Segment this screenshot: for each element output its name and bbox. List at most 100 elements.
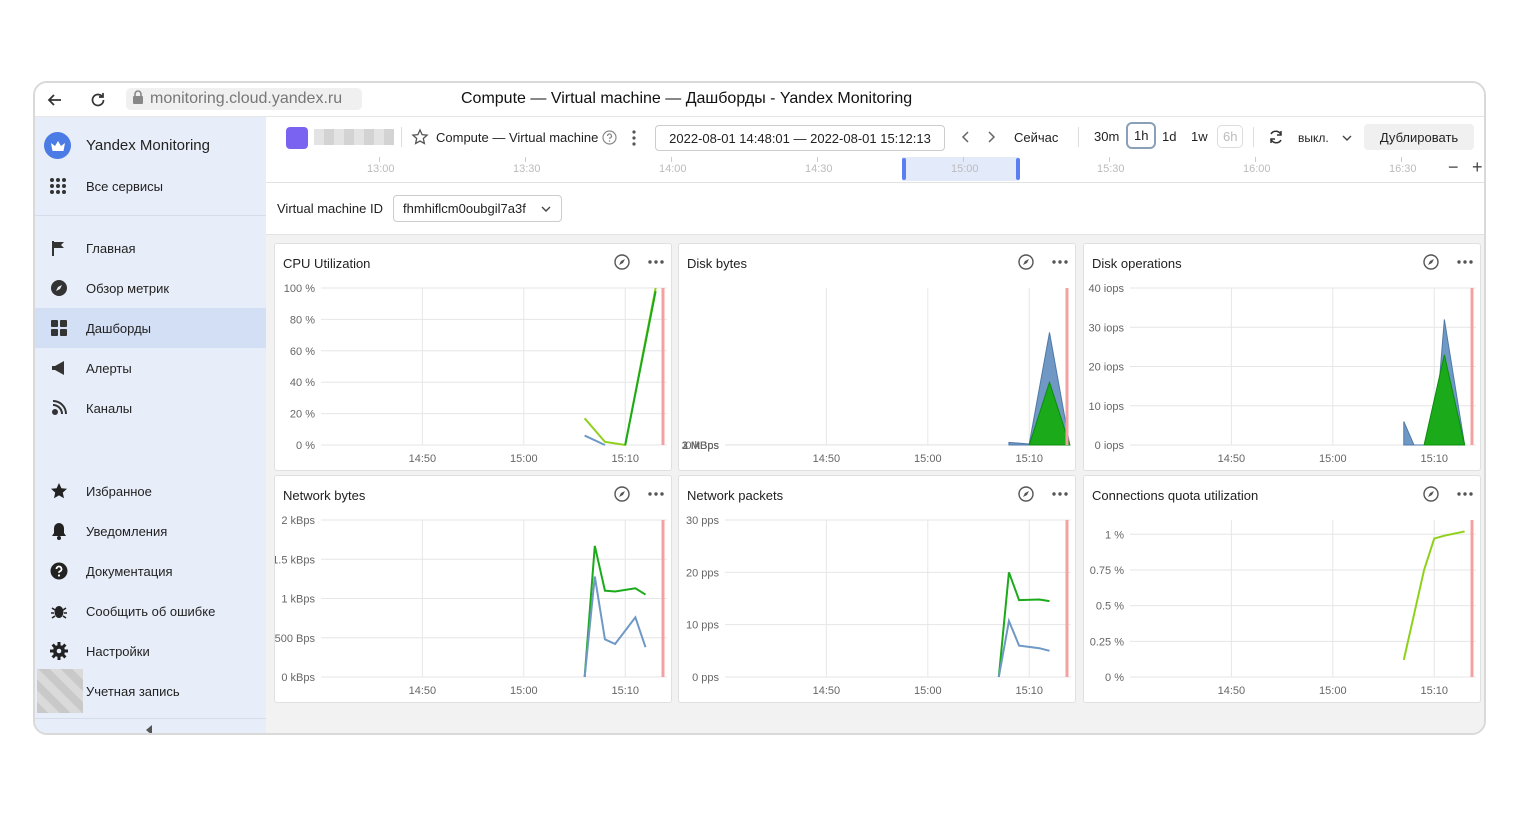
zoom-out-button[interactable]: −	[1448, 157, 1459, 178]
timeline-tick-mark	[525, 157, 526, 162]
chart-panel: Disk operations 40 iops 30 iops 20 iops 10 i…	[1083, 243, 1481, 471]
vm-id-select[interactable]: fhmhiflcm0oubgil7a3f	[393, 195, 562, 222]
star-outline-icon[interactable]	[411, 128, 429, 146]
app-name[interactable]: Yandex Monitoring	[86, 137, 210, 154]
all-services-link[interactable]: Все сервисы	[86, 179, 163, 194]
vm-id-label: Virtual machine ID	[277, 201, 383, 216]
y-tick-label: 100 %	[284, 283, 315, 295]
y-tick-label: 1 %	[1105, 529, 1124, 541]
chart-panel: Network packets 30 pps 20 pps 10 pps 0 pps 14…	[678, 475, 1076, 703]
chevron-left-icon[interactable]	[960, 130, 972, 144]
back-button[interactable]	[42, 87, 68, 113]
sidebar-item-alerts[interactable]: Алерты	[35, 348, 266, 388]
avatar-icon	[37, 669, 83, 713]
chevron-right-icon[interactable]	[985, 130, 997, 144]
duplicate-button[interactable]: Дублировать	[1364, 124, 1474, 150]
selection-handle-right[interactable]	[1016, 158, 1020, 180]
period-1h[interactable]: 1h	[1126, 122, 1157, 149]
zoom-in-button[interactable]: +	[1472, 157, 1483, 178]
chart-plot: 30 pps 20 pps 10 pps 0 pps 14:50 15:00 15:10	[686, 515, 1071, 697]
folder-icon[interactable]	[286, 127, 308, 149]
chart-panel: Connections quota utilization 1 % 0.75 % 0.…	[1083, 475, 1481, 703]
lock-icon	[132, 89, 144, 109]
period-1d[interactable]: 1d	[1162, 129, 1176, 144]
collapse-sidebar-icon[interactable]	[143, 723, 155, 733]
sidebar-item-label: Обзор метрик	[86, 280, 170, 296]
reload-icon	[91, 93, 105, 107]
series-line-green	[624, 290, 657, 446]
chevron-down-icon[interactable]	[1341, 131, 1353, 143]
gear-icon	[49, 641, 69, 661]
y-tick-label: 40 %	[290, 377, 315, 389]
page-title: Compute — Virtual machine — Дашборды - Y…	[461, 90, 913, 107]
chart-plot: 3 MBps2 MBps1 MBps0 kBps14:50 15:00 15:10	[682, 288, 1071, 465]
y-tick-label: 40 iops	[1089, 283, 1125, 295]
timeline-tick-label: 16:30	[1389, 163, 1417, 175]
star-icon	[49, 481, 69, 501]
url-text: monitoring.cloud.yandex.ru	[150, 90, 343, 107]
now-button[interactable]: Сейчас	[1014, 130, 1058, 145]
y-tick-label: 1 kBps	[281, 594, 315, 606]
y-tick-label: 0 kBps	[281, 672, 315, 684]
series-line-lime	[583, 287, 657, 447]
vm-id-value: fhmhiflcm0oubgil7a3f	[403, 201, 526, 216]
x-tick-label: 15:10	[611, 453, 639, 465]
timeline-tick-label: 15:30	[1097, 163, 1125, 175]
series-line-green	[583, 545, 647, 678]
help-circle-icon[interactable]	[602, 130, 617, 145]
sidebar-item-metrics[interactable]: Обзор метрик	[35, 268, 266, 308]
sidebar-item-docs[interactable]: Документация	[35, 551, 266, 591]
chevron-down-icon	[541, 206, 551, 212]
timeline-scrubber[interactable]: 13:00 13:30 14:00 14:30 15:00 15:30 16:00 16:30…	[266, 157, 1484, 183]
sidebar-item-settings[interactable]: Настройки	[35, 631, 266, 671]
sidebar-item-favorites[interactable]: Избранное	[35, 471, 266, 511]
sidebar-item-channels[interactable]: Каналы	[35, 388, 266, 428]
bell-icon	[49, 521, 69, 541]
y-tick-label: 80 %	[290, 314, 315, 326]
x-tick-label: 15:00	[1319, 685, 1347, 697]
flag-icon	[49, 238, 69, 258]
arrow-left-icon	[47, 94, 61, 106]
timeline-tick-label: 14:00	[659, 163, 687, 175]
reload-button[interactable]	[85, 87, 111, 113]
sidebar-item-notifications[interactable]: Уведомления	[35, 511, 266, 551]
sidebar-item-report-bug[interactable]: Сообщить об ошибке	[35, 591, 266, 631]
time-range-input[interactable]: 2022-08-01 14:48:01 — 2022-08-01 15:12:1…	[655, 125, 945, 151]
refresh-interval-select[interactable]: выкл.	[1298, 131, 1329, 145]
period-1w[interactable]: 1w	[1191, 129, 1208, 144]
y-tick-label: 60 %	[290, 346, 315, 358]
period-6h[interactable]: 6h	[1217, 125, 1244, 148]
main-area: Compute — Virtual machine 2022-08-01 14:…	[266, 117, 1484, 733]
sidebar-item-dashboards[interactable]: Дашборды	[35, 308, 266, 348]
x-tick-label: 14:50	[1218, 685, 1246, 697]
timeline-tick-label: 15:00	[951, 163, 979, 175]
sidebar-item-label: Учетная запись	[86, 683, 180, 699]
y-tick-label: 20 %	[290, 409, 315, 421]
x-tick-label: 15:10	[1015, 453, 1043, 465]
more-vertical-icon[interactable]	[630, 129, 638, 147]
y-tick-label: 0 iops	[1095, 440, 1125, 452]
sidebar-header: Yandex Monitoring Все сервисы	[35, 117, 266, 216]
x-tick-label: 15:10	[611, 685, 639, 697]
variables-bar: Virtual machine ID fhmhiflcm0oubgil7a3f	[266, 183, 1484, 235]
x-tick-label: 14:50	[813, 685, 841, 697]
timeline-tick-mark	[1401, 157, 1402, 162]
crown-icon[interactable]	[44, 132, 71, 159]
x-tick-label: 14:50	[813, 453, 841, 465]
selection-handle-left[interactable]	[902, 158, 906, 180]
refresh-icon[interactable]	[1268, 129, 1284, 145]
sidebar-item-account[interactable]: Учетная запись	[35, 669, 266, 713]
bug-icon	[49, 601, 69, 621]
divider	[1253, 127, 1254, 147]
y-tick-label: 0.5 %	[1096, 601, 1124, 613]
grid-icon[interactable]	[49, 177, 67, 195]
address-bar[interactable]: monitoring.cloud.yandex.ru	[126, 88, 362, 110]
timeline-tick-mark	[963, 157, 964, 162]
period-30m[interactable]: 30m	[1094, 129, 1119, 144]
timeline-tick-mark	[1109, 157, 1110, 162]
sidebar-item-home[interactable]: Главная	[35, 228, 266, 268]
dashboard-toolbar: Compute — Virtual machine 2022-08-01 14:…	[266, 117, 1484, 157]
y-tick-label: 30 iops	[1089, 322, 1125, 334]
browser-window: monitoring.cloud.yandex.ru Compute — Vir…	[33, 81, 1486, 735]
y-tick-label: 2 kBps	[281, 515, 315, 527]
